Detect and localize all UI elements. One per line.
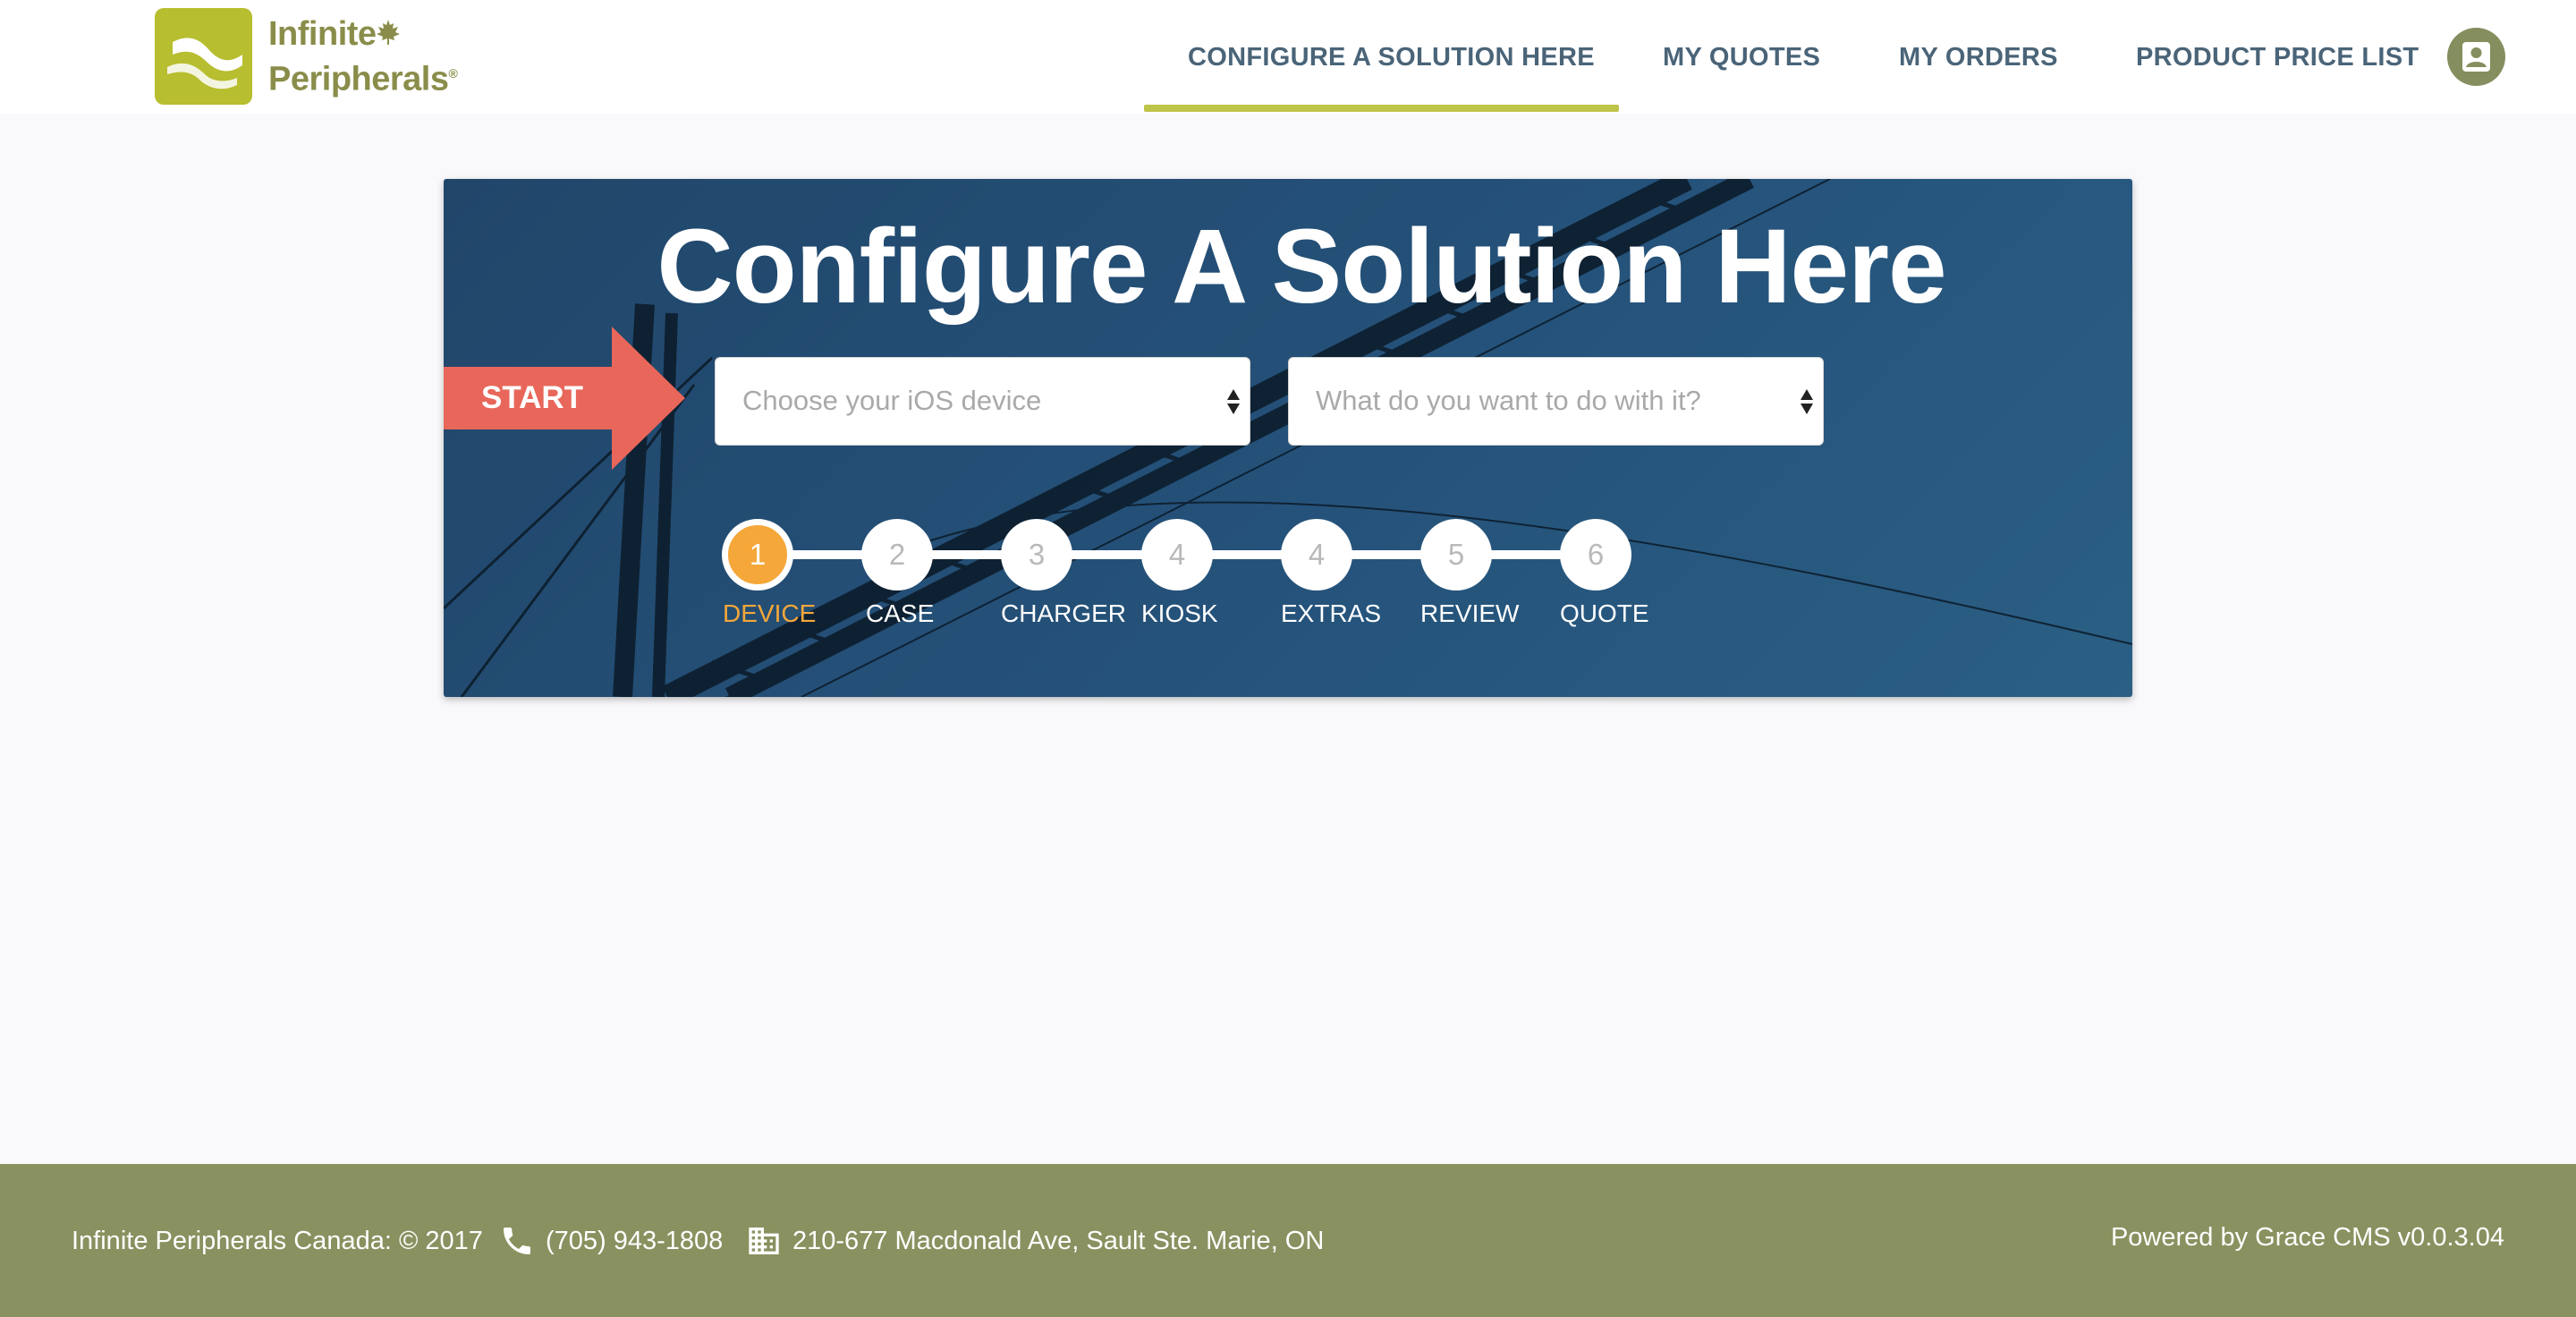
step-2-case[interactable]: 2 xyxy=(861,519,933,591)
footer-address: 210-677 Macdonald Ave, Sault Ste. Marie,… xyxy=(792,1227,1325,1255)
select-arrows-icon xyxy=(1227,389,1240,414)
logo-registered-mark: ® xyxy=(448,66,458,81)
step-label-quote: QUOTE xyxy=(1560,599,1649,627)
logo-line1: Infinite xyxy=(268,15,377,53)
nav-configure-solution[interactable]: CONFIGURE A SOLUTION HERE xyxy=(1188,43,1595,79)
use-case-select[interactable]: What do you want to do with it? xyxy=(1288,357,1824,446)
top-header: Infinite Peripherals® CONFIGURE A SOLUTI… xyxy=(0,0,2576,114)
select-arrows-icon xyxy=(1801,389,1813,414)
footer-powered-by: Powered by Grace CMS v0.0.3.04 xyxy=(2110,1223,2504,1252)
nav-my-quotes[interactable]: MY QUOTES xyxy=(1663,43,1820,79)
nav-my-orders[interactable]: MY ORDERS xyxy=(1899,43,2058,79)
configure-hero-panel: Configure A Solution Here START Choose y… xyxy=(444,179,2132,697)
user-account-icon[interactable] xyxy=(2447,28,2505,86)
maple-leaf-icon xyxy=(377,20,400,45)
step-1-device[interactable]: 1 xyxy=(722,519,793,591)
ios-device-placeholder: Choose your iOS device xyxy=(742,385,1042,416)
step-label-charger: CHARGER xyxy=(1001,599,1127,627)
ios-device-select[interactable]: Choose your iOS device xyxy=(715,357,1250,446)
step-label-kiosk: KIOSK xyxy=(1141,599,1218,627)
footer-copyright: Infinite Peripherals Canada: © 2017 xyxy=(72,1227,483,1255)
nav-product-price-list[interactable]: PRODUCT PRICE LIST xyxy=(2136,43,2419,79)
footer-phone[interactable]: (705) 943-1808 xyxy=(546,1227,723,1256)
logo-mark-icon[interactable] xyxy=(155,8,252,105)
step-3-charger[interactable]: 3 xyxy=(1001,519,1072,591)
page-footer: Infinite Peripherals Canada: © 2017 (705… xyxy=(0,1164,2576,1317)
step-label-device: DEVICE xyxy=(723,599,817,627)
step-label-review: REVIEW xyxy=(1420,599,1520,627)
nav-active-indicator xyxy=(1144,105,1619,112)
start-label: START xyxy=(481,380,584,415)
step-label-extras: EXTRAS xyxy=(1281,599,1382,627)
step-label-case: CASE xyxy=(866,599,935,627)
step-6-quote[interactable]: 6 xyxy=(1560,519,1631,591)
logo-line2: Peripherals xyxy=(268,60,449,98)
step-4-extras[interactable]: 4 xyxy=(1281,519,1352,591)
step-5-review[interactable]: 5 xyxy=(1420,519,1492,591)
hero-title: Configure A Solution Here xyxy=(657,208,1946,326)
building-icon xyxy=(749,1228,779,1254)
phone-icon xyxy=(504,1228,530,1254)
use-case-placeholder: What do you want to do with it? xyxy=(1316,385,1701,416)
step-4-kiosk[interactable]: 4 xyxy=(1141,519,1213,591)
logo-wordmark[interactable]: Infinite Peripherals® xyxy=(268,14,458,99)
